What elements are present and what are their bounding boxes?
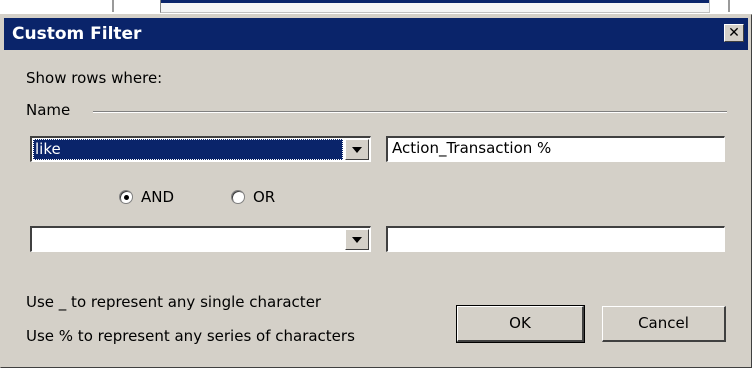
operator-dropdown-1[interactable]: like — [30, 136, 371, 162]
radio-checked-icon — [119, 190, 133, 204]
hint-percent: Use % to represent any series of charact… — [26, 327, 355, 345]
ok-button[interactable]: OK — [456, 305, 585, 343]
operator-dropdown-2[interactable] — [30, 226, 371, 252]
close-icon: ✕ — [728, 25, 740, 41]
chevron-down-icon — [352, 146, 362, 153]
value-field-1[interactable]: Action_Transaction % — [386, 136, 725, 162]
hint-underscore: Use _ to represent any single character — [26, 293, 322, 311]
radio-unchecked-icon — [231, 190, 245, 204]
chevron-down-icon — [352, 236, 362, 243]
close-button[interactable]: ✕ — [724, 24, 744, 42]
operator-value-2 — [33, 229, 343, 250]
background-window-bar — [160, 0, 710, 13]
or-label: OR — [253, 188, 276, 206]
operator-value-1: like — [33, 139, 343, 160]
or-radio[interactable]: OR — [231, 188, 275, 206]
title-bar[interactable]: Custom Filter ✕ — [4, 18, 748, 50]
show-rows-label: Show rows where: — [26, 69, 163, 87]
group-divider — [93, 111, 727, 113]
and-label: AND — [141, 188, 175, 206]
cancel-button[interactable]: Cancel — [602, 306, 726, 342]
background-separator — [728, 0, 730, 12]
background-separator — [112, 0, 114, 12]
dropdown-button-1[interactable] — [345, 139, 369, 160]
dropdown-button-2[interactable] — [345, 229, 369, 250]
dialog-title: Custom Filter — [12, 24, 142, 44]
field-name-label: Name — [26, 101, 71, 119]
and-radio[interactable]: AND — [119, 188, 174, 206]
custom-filter-dialog: Custom Filter ✕ Show rows where: Name li… — [0, 14, 752, 368]
value-field-2[interactable] — [386, 226, 725, 252]
